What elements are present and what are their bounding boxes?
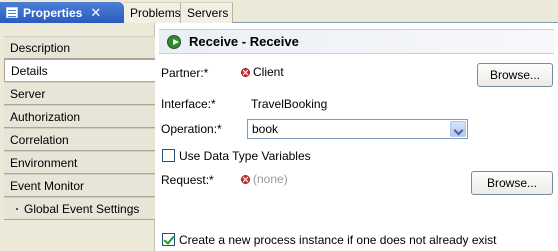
nav-item-label: Global Event Settings [24, 201, 140, 216]
browse-button-label: Browse... [486, 176, 537, 190]
create-instance-label: Create a new process instance if one doe… [179, 233, 497, 247]
partner-browse-button[interactable]: Browse... [477, 63, 553, 87]
request-value: (none) [253, 172, 288, 186]
properties-nav: Description Details Server Authorization… [0, 23, 156, 251]
nav-item-label: Description [10, 40, 71, 55]
operation-label: Operation:* [161, 122, 222, 136]
create-instance-checkbox[interactable] [162, 233, 175, 246]
interface-value: TravelBooking [251, 97, 328, 111]
nav-item-label: Environment [10, 155, 78, 170]
tab-properties-label: Properties [23, 5, 83, 20]
properties-icon [6, 7, 18, 18]
nav-item-label: Authorization [10, 109, 81, 124]
tab-problems[interactable]: Problems [124, 2, 181, 23]
nav-item-correlation[interactable]: Correlation [4, 128, 155, 151]
nav-item-label: Event Monitor [10, 178, 85, 193]
receive-arrow-icon [167, 34, 181, 49]
close-icon[interactable]: ✕ [90, 6, 101, 19]
nav-item-environment[interactable]: Environment [4, 151, 155, 174]
nav-item-global-event-settings[interactable]: Global Event Settings [4, 197, 155, 220]
operation-select-value: book [252, 122, 279, 136]
nav-item-details[interactable]: Details [4, 59, 156, 82]
nav-item-authorization[interactable]: Authorization [4, 105, 155, 128]
request-label: Request:* [161, 173, 214, 187]
use-data-type-label: Use Data Type Variables [179, 149, 311, 163]
chevron-down-icon[interactable] [450, 121, 466, 137]
tab-properties[interactable]: Properties ✕ [0, 2, 124, 23]
tab-servers[interactable]: Servers [181, 2, 233, 23]
details-panel: Receive - Receive Partner:* Client Brows… [155, 23, 558, 251]
view-tab-bar: Properties ✕ Problems Servers [0, 0, 558, 23]
nav-item-label: Server [10, 86, 46, 101]
operation-select[interactable]: book [247, 119, 468, 139]
nav-item-description[interactable]: Description [4, 36, 155, 59]
nav-item-event-monitor[interactable]: Event Monitor [4, 174, 155, 197]
interface-label: Interface:* [161, 97, 216, 111]
nav-item-label: Details [11, 63, 48, 78]
nav-item-server[interactable]: Server [4, 82, 155, 105]
error-icon [241, 68, 250, 77]
tab-servers-label: Servers [187, 6, 229, 20]
partner-value: Client [253, 65, 284, 79]
nav-item-label: Correlation [10, 132, 69, 147]
error-icon [241, 175, 250, 184]
section-header: Receive - Receive [159, 29, 554, 54]
tab-problems-label: Problems [130, 6, 181, 20]
partner-label: Partner:* [161, 66, 209, 80]
section-title: Receive - Receive [189, 34, 299, 49]
use-data-type-checkbox[interactable] [162, 149, 175, 162]
request-browse-button[interactable]: Browse... [471, 171, 553, 195]
browse-button-label: Browse... [489, 68, 540, 82]
